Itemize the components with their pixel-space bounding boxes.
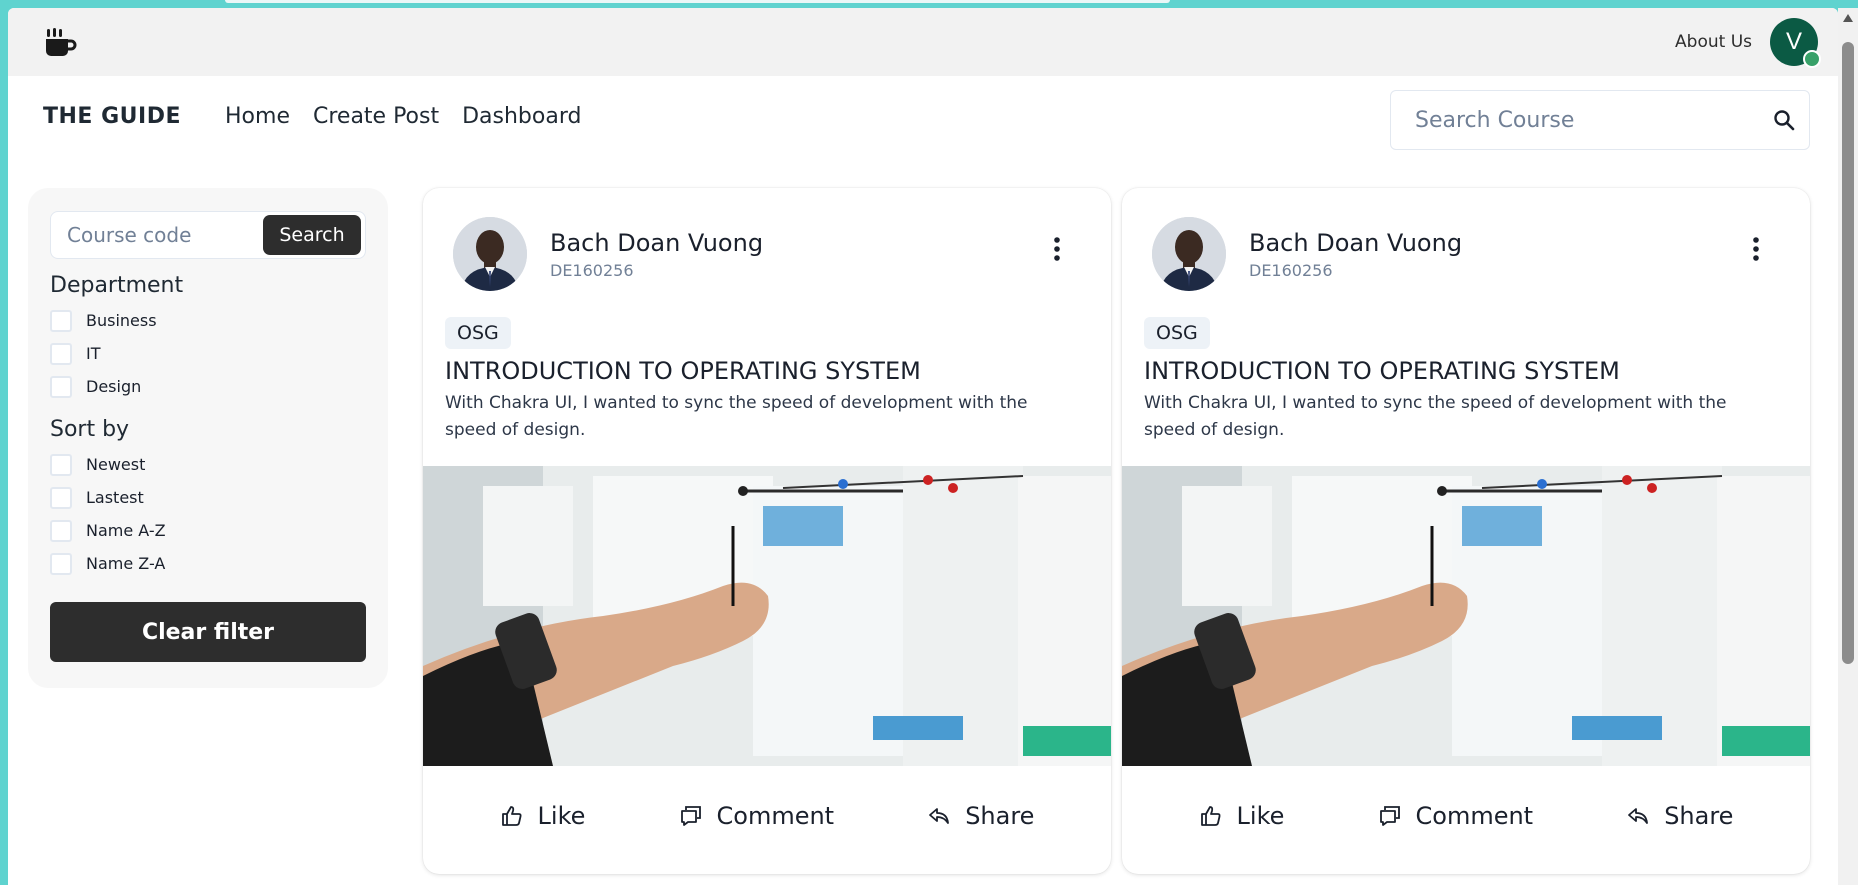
online-status-dot [1803,50,1821,68]
comment-icon [1379,806,1400,826]
post-header: Bach Doan Vuong DE160256 [1122,188,1810,291]
checkbox[interactable] [50,453,72,476]
browser-tab-strip [225,0,1170,3]
checkbox-label: Design [86,377,142,396]
share-button[interactable]: Share [1626,802,1733,830]
share-label: Share [1664,802,1734,830]
author-name[interactable]: Bach Doan Vuong [550,229,763,257]
post-header: Bach Doan Vuong DE160256 [423,188,1111,291]
like-label: Like [1236,802,1285,830]
post-actions: Like Comment Share [1122,766,1810,830]
more-options-icon[interactable] [1053,236,1061,262]
clear-filter-button[interactable]: Clear filter [50,602,366,662]
thumbs-up-icon [1200,806,1221,826]
sort-heading: Sort by [50,417,130,442]
share-button[interactable]: Share [927,802,1034,830]
comment-button[interactable]: Comment [1378,802,1534,830]
course-search-box [1390,90,1810,150]
post-description: With Chakra UI, I wanted to sync the spe… [445,393,1028,440]
scrollbar-thumb[interactable] [1842,42,1854,664]
course-search-input[interactable] [1415,107,1773,133]
top-bar: About Us V [8,8,1838,76]
author-info: Bach Doan Vuong DE160256 [1249,229,1462,280]
comment-icon [680,806,701,826]
thumbs-up-icon [501,806,522,826]
post-title[interactable]: INTRODUCTION TO OPERATING SYSTEM [423,349,1111,385]
checkbox[interactable] [50,486,72,509]
course-code-search-button[interactable]: Search [263,215,361,255]
main-nav: THE GUIDE Home Create Post Dashboard [8,76,1838,156]
about-us-link[interactable]: About Us [1675,32,1752,52]
checkbox-label: Name Z-A [86,554,166,573]
checkbox[interactable] [50,342,72,365]
search-icon[interactable] [1773,109,1795,131]
sort-option-lastest[interactable]: Lastest [50,481,366,514]
checkbox-label: Business [86,311,157,330]
page-scrollbar[interactable] [1838,8,1858,885]
course-tag[interactable]: OSG [445,317,511,349]
filter-sidebar: Search Department Business IT Design Sor… [28,188,388,688]
nav-dashboard-link[interactable]: Dashboard [462,104,581,129]
more-options-icon[interactable] [1752,236,1760,262]
author-avatar[interactable] [453,217,527,291]
post-actions: Like Comment Share [423,766,1111,830]
share-icon [1628,808,1649,824]
author-photo [1152,217,1226,291]
department-heading: Department [50,273,184,298]
app-window: About Us V THE GUIDE Home Create Post Da… [8,8,1838,885]
course-tag[interactable]: OSG [1144,317,1210,349]
department-option-design[interactable]: Design [50,370,366,403]
author-id: DE160256 [550,260,634,280]
author-info: Bach Doan Vuong DE160256 [550,229,763,280]
checkbox-label: Lastest [86,488,144,507]
brand-logo[interactable]: THE GUIDE [43,104,181,129]
share-icon [929,808,950,824]
checkbox[interactable] [50,519,72,542]
checkbox[interactable] [50,552,72,575]
checkbox-label: IT [86,344,101,363]
comment-label: Comment [1415,802,1534,830]
like-label: Like [537,802,586,830]
author-avatar[interactable] [1152,217,1226,291]
like-button[interactable]: Like [500,802,586,830]
post-image [1122,466,1810,766]
author-id: DE160256 [1249,260,1333,280]
course-code-input[interactable] [67,223,247,247]
avatar-initial: V [1785,28,1802,55]
checkbox-label: Name A-Z [86,521,166,540]
comment-label: Comment [716,802,835,830]
post-title[interactable]: INTRODUCTION TO OPERATING SYSTEM [1122,349,1810,385]
comment-button[interactable]: Comment [679,802,835,830]
post-description: With Chakra UI, I wanted to sync the spe… [1144,393,1727,440]
author-photo [453,217,527,291]
nav-home-link[interactable]: Home [225,104,290,129]
department-option-it[interactable]: IT [50,337,366,370]
nav-create-post-link[interactable]: Create Post [313,104,439,129]
post-card: Bach Doan Vuong DE160256 OSG INTRODUCTIO… [423,188,1111,874]
checkbox[interactable] [50,309,72,332]
author-name[interactable]: Bach Doan Vuong [1249,229,1462,257]
sort-option-newest[interactable]: Newest [50,448,366,481]
like-button[interactable]: Like [1199,802,1285,830]
checkbox-label: Newest [86,455,146,474]
scroll-up-arrow-icon[interactable] [1843,14,1853,22]
department-option-business[interactable]: Business [50,304,366,337]
post-image [423,466,1111,766]
topbar-right: About Us V [1675,18,1821,68]
checkbox[interactable] [50,375,72,398]
sort-option-name-z-a[interactable]: Name Z-A [50,547,366,580]
post-card: Bach Doan Vuong DE160256 OSG INTRODUCTIO… [1122,188,1810,874]
course-code-search: Search [50,211,366,259]
user-avatar[interactable]: V [1770,18,1821,68]
sort-option-name-a-z[interactable]: Name A-Z [50,514,366,547]
share-label: Share [965,802,1035,830]
coffee-cup-icon[interactable] [44,25,78,59]
